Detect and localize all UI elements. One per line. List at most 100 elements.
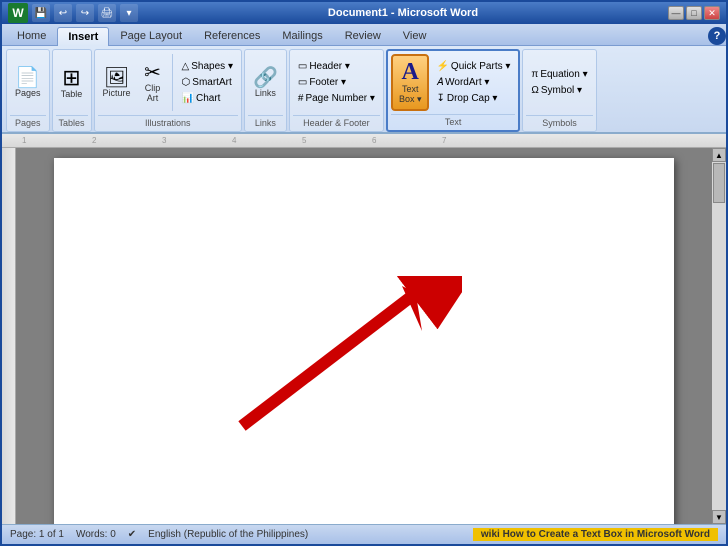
links-icon: 🔗 [253, 68, 278, 88]
clip-art-icon: ✂ [144, 63, 161, 83]
wordart-label: WordArt ▾ [445, 77, 489, 88]
drop-cap-icon: ↧ [436, 93, 444, 104]
tab-page-layout[interactable]: Page Layout [109, 26, 193, 45]
dropdown-arrow[interactable]: ▾ [120, 4, 138, 22]
tables-group-label: Tables [56, 115, 88, 129]
tab-home[interactable]: Home [6, 26, 57, 45]
links-button[interactable]: 🔗 Links [248, 65, 283, 101]
illus-col: △ Shapes ▾ ⬡ SmartArt 📊 Chart [177, 59, 238, 106]
pages-group-label: Pages [10, 115, 46, 129]
pages-button[interactable]: 📄 Pages [10, 65, 46, 101]
footer-label: Footer ▾ [309, 77, 346, 88]
minimize-btn[interactable]: — [668, 6, 684, 20]
quick-parts-label: Quick Parts ▾ [451, 61, 510, 72]
ruler-mark: 7 [442, 136, 446, 145]
drop-cap-label: Drop Cap ▾ [447, 93, 498, 104]
footer-icon: ▭ [298, 77, 307, 88]
wordart-button[interactable]: 𝐴 WordArt ▾ [431, 75, 515, 90]
ruler-mark: 3 [162, 136, 166, 145]
text-col: ⚡ Quick Parts ▾ 𝐴 WordArt ▾ ↧ Drop Cap ▾ [431, 59, 515, 106]
undo-btn[interactable]: ↩ [54, 4, 72, 22]
title-bar: W 💾 ↩ ↪ 🖨 ▾ Document1 - Microsoft Word —… [2, 2, 726, 24]
chart-label: Chart [196, 93, 220, 104]
spell-check-icon: ✔ [128, 529, 136, 540]
symbols-group: π Equation ▾ Ω Symbol ▾ Symbols [522, 49, 596, 132]
ruler-vertical [2, 148, 16, 524]
scrollbar-vertical: ▲ ▼ [712, 148, 726, 524]
links-label: Links [255, 88, 276, 98]
ruler-marks: 1 2 3 4 5 6 7 [22, 134, 706, 148]
ruler-mark: 5 [302, 136, 306, 145]
tab-review[interactable]: Review [334, 26, 392, 45]
text-box-label: TextBox ▾ [399, 84, 422, 105]
tab-view[interactable]: View [392, 26, 438, 45]
wordart-icon: 𝐴 [436, 77, 443, 88]
ruler-horizontal: 1 2 3 4 5 6 7 [2, 134, 726, 148]
picture-button[interactable]: 🖼 Picture [98, 65, 136, 101]
page-number-label: Page Number ▾ [305, 93, 375, 104]
window-title: Document1 - Microsoft Word [138, 7, 668, 19]
clip-art-button[interactable]: ✂ ClipArt [138, 60, 168, 106]
header-button[interactable]: ▭ Header ▾ [293, 59, 380, 74]
footer-button[interactable]: ▭ Footer ▾ [293, 75, 380, 90]
tab-mailings[interactable]: Mailings [271, 26, 333, 45]
table-icon: ⊞ [62, 67, 80, 89]
tables-group: ⊞ Table Tables [52, 49, 92, 132]
scroll-track[interactable] [712, 162, 726, 510]
quick-parts-icon: ⚡ [436, 61, 448, 72]
maximize-btn[interactable]: □ [686, 6, 702, 20]
status-left: Page: 1 of 1 Words: 0 ✔ English (Republi… [10, 529, 308, 540]
symbols-group-label: Symbols [526, 115, 592, 129]
table-button[interactable]: ⊞ Table [56, 64, 88, 102]
scroll-up-btn[interactable]: ▲ [712, 148, 726, 162]
quick-parts-button[interactable]: ⚡ Quick Parts ▾ [431, 59, 515, 74]
equation-icon: π [531, 69, 538, 80]
text-group: A TextBox ▾ ⚡ Quick Parts ▾ 𝐴 WordArt ▾ [386, 49, 520, 132]
print-btn[interactable]: 🖨 [98, 4, 116, 22]
symbol-label: Symbol ▾ [541, 85, 582, 96]
language-status: English (Republic of the Philippines) [148, 529, 308, 540]
ribbon-section: Home Insert Page Layout References Maili… [2, 24, 726, 134]
pages-icon: 📄 [15, 68, 40, 88]
smartart-label: SmartArt [192, 77, 231, 88]
equation-label: Equation ▾ [540, 69, 587, 80]
document-area: ▲ ▼ [2, 148, 726, 524]
links-group: 🔗 Links Links [244, 49, 287, 132]
text-group-content: A TextBox ▾ ⚡ Quick Parts ▾ 𝐴 WordArt ▾ [391, 53, 515, 112]
smartart-button[interactable]: ⬡ SmartArt [177, 75, 238, 90]
window-controls: — □ ✕ [668, 6, 720, 20]
text-box-button[interactable]: A TextBox ▾ [391, 54, 430, 111]
ribbon-tabs: Home Insert Page Layout References Maili… [2, 24, 726, 46]
illustrations-group-label: Illustrations [98, 115, 238, 129]
drop-cap-button[interactable]: ↧ Drop Cap ▾ [431, 91, 515, 106]
shapes-button[interactable]: △ Shapes ▾ [177, 59, 238, 74]
shapes-label: Shapes ▾ [191, 61, 233, 72]
page-number-button[interactable]: # Page Number ▾ [293, 91, 380, 106]
help-button[interactable]: ? [708, 27, 726, 45]
wiki-label: wiki How to Create a Text Box in Microso… [473, 528, 718, 541]
page-number-icon: # [298, 93, 304, 104]
tab-references[interactable]: References [193, 26, 271, 45]
links-group-label: Links [248, 115, 283, 129]
tab-insert[interactable]: Insert [57, 27, 109, 46]
smartart-icon: ⬡ [182, 77, 191, 88]
save-quick-btn[interactable]: 💾 [32, 4, 50, 22]
picture-icon: 🖼 [104, 68, 129, 88]
scroll-down-btn[interactable]: ▼ [712, 510, 726, 524]
scroll-thumb[interactable] [713, 163, 725, 203]
ruler-mark: 4 [232, 136, 236, 145]
redo-btn[interactable]: ↪ [76, 4, 94, 22]
symbol-button[interactable]: Ω Symbol ▾ [526, 83, 592, 98]
table-label: Table [61, 89, 83, 99]
chart-button[interactable]: 📊 Chart [177, 91, 238, 106]
ribbon-body: 📄 Pages Pages ⊞ Table Tables [2, 46, 726, 134]
symbols-group-content: π Equation ▾ Ω Symbol ▾ [526, 52, 592, 113]
pages-group: 📄 Pages Pages [6, 49, 50, 132]
pages-group-content: 📄 Pages [10, 52, 46, 113]
close-btn[interactable]: ✕ [704, 6, 720, 20]
equation-button[interactable]: π Equation ▾ [526, 67, 592, 82]
header-footer-col: ▭ Header ▾ ▭ Footer ▾ # Page Number ▾ [293, 59, 380, 106]
app-icon: W [8, 3, 28, 23]
page-status: Page: 1 of 1 [10, 529, 64, 540]
document-scroll[interactable] [16, 148, 712, 524]
